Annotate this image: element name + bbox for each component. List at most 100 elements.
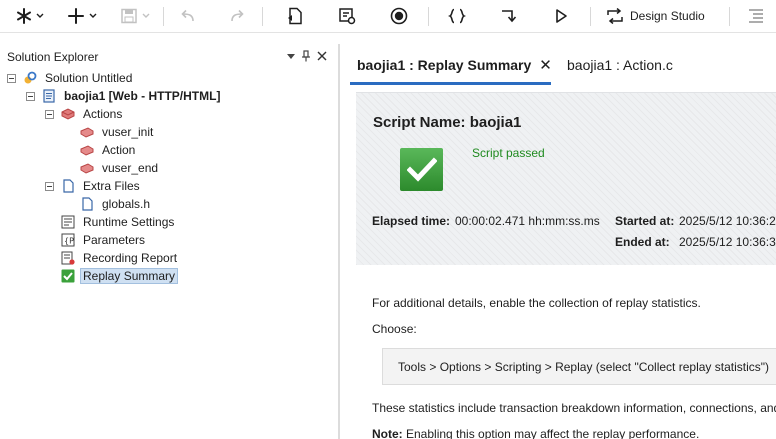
- tree-label: Action: [102, 143, 136, 157]
- tree-item-runtime-settings[interactable]: Runtime Settings: [61, 213, 177, 231]
- design-studio-label: Design Studio: [630, 9, 705, 23]
- started-label: Started at:: [615, 214, 675, 228]
- toolbar-separator: [428, 7, 429, 26]
- panel-dropdown-button[interactable]: [285, 49, 297, 63]
- braces-icon: [448, 8, 466, 24]
- svg-text:{P}: {P}: [64, 237, 75, 246]
- details-text: For additional details, enable the colle…: [372, 296, 701, 310]
- tab-strip: baojia1 : Replay Summary ✕ baojia1 : Act…: [340, 44, 776, 85]
- tree-item-parameters[interactable]: {P} Parameters: [61, 231, 148, 249]
- tree-label: globals.h: [102, 197, 151, 211]
- tree-label: Runtime Settings: [83, 215, 175, 229]
- check-icon: [61, 269, 75, 283]
- plus-icon: [68, 8, 97, 24]
- script-button[interactable]: [285, 4, 305, 28]
- tree-label: Recording Report: [83, 251, 178, 265]
- chevron-down-icon: [287, 54, 295, 59]
- tree-label: Actions: [83, 107, 123, 121]
- script-name: Script Name: baojia1: [373, 114, 522, 131]
- pin-icon: [302, 50, 310, 62]
- panel-pin-button[interactable]: [300, 49, 312, 63]
- undo-button[interactable]: [177, 4, 197, 28]
- tab-action-c[interactable]: baojia1 : Action.c: [561, 44, 679, 85]
- elapsed-value: 00:00:02.471 hh:mm:ss.ms: [455, 214, 600, 228]
- tree-item-action[interactable]: Action: [80, 141, 138, 159]
- tab-replay-summary[interactable]: baojia1 : Replay Summary ✕: [351, 44, 558, 85]
- script-collapse-toggle[interactable]: [26, 92, 35, 101]
- redo-button[interactable]: [228, 4, 248, 28]
- panel-close-button[interactable]: [316, 49, 328, 63]
- replay-button[interactable]: [551, 4, 571, 28]
- tree-label: vuser_init: [102, 125, 154, 139]
- compile-button[interactable]: [446, 4, 468, 28]
- script-file-icon: [42, 89, 56, 103]
- tab-label: baojia1 : Action.c: [567, 56, 673, 73]
- active-tab-indicator: [350, 82, 551, 85]
- tree-item-replay-summary[interactable]: Replay Summary: [61, 267, 179, 285]
- new-menu-button[interactable]: [66, 4, 100, 28]
- design-studio-icon: [607, 8, 623, 24]
- status-text: Script passed: [472, 146, 545, 160]
- undo-icon: [181, 9, 194, 22]
- toolbar-separator: [262, 7, 263, 26]
- command-path-box: Tools > Options > Scripting > Replay (se…: [382, 348, 776, 385]
- ended-value: 2025/5/12 10:36:3: [679, 235, 776, 249]
- solution-explorer-header: Solution Explorer: [0, 44, 338, 68]
- toolbar-separator: [729, 7, 730, 26]
- started-value: 2025/5/12 10:36:2: [679, 214, 776, 228]
- tree-label-selected: Replay Summary: [80, 268, 179, 284]
- solution-icon: [23, 71, 37, 85]
- record-icon: [390, 7, 408, 25]
- runtime-settings-button[interactable]: [337, 4, 357, 28]
- tree-label: Parameters: [83, 233, 146, 247]
- action-icon: [80, 143, 94, 157]
- statistics-text: These statistics include transaction bre…: [372, 401, 776, 415]
- script-icon: [288, 7, 302, 25]
- tree-item-solution[interactable]: Solution Untitled: [23, 69, 135, 87]
- tree-item-actions[interactable]: Actions: [61, 105, 125, 123]
- note-label: Note:: [372, 427, 403, 439]
- recording-report-icon: [61, 251, 75, 265]
- tab-close-icon[interactable]: ✕: [539, 56, 552, 74]
- file-icon: [80, 197, 94, 211]
- replay-summary-box: Script Name: baojia1 Script passed Elaps…: [356, 92, 776, 265]
- solution-collapse-toggle[interactable]: [7, 74, 16, 83]
- design-studio-button[interactable]: Design Studio: [606, 4, 705, 28]
- record-button[interactable]: [389, 4, 409, 28]
- redo-icon: [231, 9, 244, 22]
- pass-check-icon: [400, 148, 443, 191]
- file-icon: [61, 179, 75, 193]
- elapsed-label: Elapsed time:: [372, 214, 451, 228]
- tree-item-vuser-end[interactable]: vuser_end: [80, 159, 161, 177]
- choose-text: Choose:: [372, 322, 417, 336]
- command-path: Tools > Options > Scripting > Replay (se…: [398, 360, 770, 374]
- runtime-settings-icon: [61, 215, 75, 229]
- tree-label: baojia1 [Web - HTTP/HTML]: [64, 89, 221, 103]
- step-button[interactable]: [499, 4, 519, 28]
- tree-item-extra-files[interactable]: Extra Files: [61, 177, 143, 195]
- main-toolbar: Design Studio: [0, 0, 776, 33]
- actions-collapse-toggle[interactable]: [45, 110, 54, 119]
- asterisk-menu-button[interactable]: [14, 4, 48, 28]
- action-icon: [80, 161, 94, 175]
- ended-label: Ended at:: [615, 235, 670, 249]
- play-icon: [556, 9, 567, 23]
- note-body: Enabling this option may affect the repl…: [402, 427, 700, 439]
- outline-button[interactable]: [745, 4, 767, 28]
- toolbar-separator: [163, 7, 164, 26]
- save-button[interactable]: [119, 4, 153, 28]
- tab-label: baojia1 : Replay Summary: [357, 56, 532, 73]
- solution-explorer-panel: Solution Explorer Solution Untitled baoj…: [0, 44, 338, 439]
- extra-files-collapse-toggle[interactable]: [45, 182, 54, 191]
- close-icon: [317, 51, 327, 61]
- tree-label: vuser_end: [102, 161, 159, 175]
- tree-item-vuser-init[interactable]: vuser_init: [80, 123, 156, 141]
- asterisk-icon: [17, 8, 44, 24]
- tree-item-script[interactable]: baojia1 [Web - HTTP/HTML]: [42, 87, 223, 105]
- tree-label: Solution Untitled: [45, 71, 133, 85]
- tree-label: Extra Files: [83, 179, 140, 193]
- parameters-icon: {P}: [61, 233, 75, 247]
- tree-item-recording-report[interactable]: Recording Report: [61, 249, 180, 267]
- list-icon: [749, 9, 763, 23]
- tree-item-globals[interactable]: globals.h: [80, 195, 153, 213]
